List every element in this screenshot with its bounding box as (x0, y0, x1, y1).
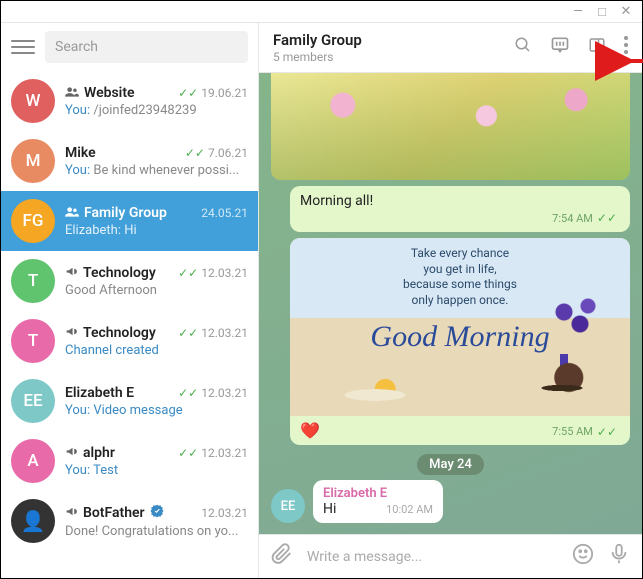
sidebar: Search W Website ✓✓19.06.21 You: /joinfed23… (1, 23, 259, 578)
chat-avatar: W (11, 79, 55, 123)
chat-avatar: EE (11, 379, 55, 423)
chat-item[interactable]: EE Elizabeth E ✓✓12.03.21 You: Video messag… (1, 371, 258, 431)
chat-item[interactable]: Aalphr ✓✓12.03.21 You: Test (1, 431, 258, 491)
channel-icon (65, 505, 78, 521)
channel-icon (65, 265, 78, 281)
message-time: 7:54 AM (552, 212, 593, 225)
message-text: Morning all! (300, 193, 620, 209)
read-ticks-icon: ✓✓ (597, 211, 617, 225)
message-time: 7:55 AM (552, 425, 593, 438)
chat-name: Mike (65, 145, 96, 161)
annotation-arrow (619, 51, 643, 75)
chat-preview: You: Be kind whenever possi... (65, 163, 248, 178)
chat-item[interactable]: FG Family Group 24.05.21 Elizabeth: Hi (1, 191, 258, 251)
message-area: Morning all! 7:54 AM ✓✓ Take every chance… (259, 73, 642, 534)
chat-name: Website (65, 85, 135, 101)
window-maximize[interactable]: □ (590, 4, 614, 20)
chat-item[interactable]: T Technology ✓✓12.03.21 Good Afternoon (1, 251, 258, 311)
chat-avatar: FG (11, 199, 55, 243)
out-message[interactable]: Morning all! 7:54 AM ✓✓ (290, 186, 630, 232)
read-ticks-icon: ✓✓ (178, 326, 198, 340)
chat-item[interactable]: BotFather 12.03.21 Done! Congratulations o… (1, 491, 258, 551)
chat-preview: Elizabeth: Hi (65, 223, 248, 238)
chat-item[interactable]: T Technology ✓✓12.03.21 Channel created (1, 311, 258, 371)
read-ticks-icon: ✓✓ (178, 446, 198, 460)
chat-date: ✓✓12.03.21 (178, 266, 248, 280)
chat-date: 12.03.21 (201, 506, 248, 520)
verified-icon (150, 504, 164, 522)
group-icon (65, 206, 79, 220)
search-icon[interactable] (514, 36, 532, 59)
window-close[interactable]: ✕ (614, 4, 638, 19)
chat-date: ✓✓12.03.21 (178, 446, 248, 460)
chat-preview: You: Test (65, 463, 248, 478)
chat-date: 24.05.21 (201, 206, 248, 220)
chat-name: Family Group (65, 205, 167, 221)
date-separator: May 24 (271, 453, 630, 472)
in-message[interactable]: EE Elizabeth E Hi 10:02 AM (271, 480, 630, 523)
sidepanel-icon[interactable] (588, 36, 606, 59)
chat-panel: Family Group 5 members (259, 23, 642, 578)
comments-icon[interactable] (550, 35, 570, 60)
chat-title[interactable]: Family Group (273, 31, 502, 49)
sender-name[interactable]: Elizabeth E (323, 486, 433, 501)
chat-avatar: T (11, 319, 55, 363)
chat-date: ✓✓7.06.21 (185, 146, 248, 160)
mic-icon[interactable] (608, 543, 630, 570)
chat-name: Elizabeth E (65, 385, 134, 401)
image-message[interactable] (271, 73, 630, 180)
read-ticks-icon: ✓✓ (597, 425, 617, 439)
window-minimize[interactable]: — (566, 4, 590, 19)
read-ticks-icon: ✓✓ (178, 386, 198, 400)
chat-avatar: A (11, 439, 55, 483)
chat-preview: You: /joinfed23948239 (65, 103, 248, 118)
image-caption-line: Take every chance (302, 246, 618, 262)
chat-subtitle: 5 members (273, 50, 502, 64)
chat-preview: Good Afternoon (65, 283, 248, 298)
chat-name: Technology (65, 265, 156, 281)
channel-icon (65, 445, 78, 461)
chat-avatar (11, 499, 55, 543)
chat-preview: Done! Congratulations on yo... (65, 524, 248, 539)
chat-item[interactable]: M Mike ✓✓7.06.21 You: Be kind whenever poss… (1, 131, 258, 191)
search-input[interactable]: Search (45, 31, 248, 63)
heart-reaction-icon[interactable]: ❤️ (300, 421, 320, 440)
message-input[interactable] (307, 549, 558, 565)
channel-icon (65, 325, 78, 341)
chat-date: ✓✓12.03.21 (178, 326, 248, 340)
chat-avatar: M (11, 139, 55, 183)
chat-name: alphr (65, 445, 115, 461)
chat-date: ✓✓12.03.21 (178, 386, 248, 400)
menu-icon[interactable] (11, 35, 35, 59)
chat-header: Family Group 5 members (259, 23, 642, 73)
chat-date: ✓✓19.06.21 (178, 86, 248, 100)
chat-list: W Website ✓✓19.06.21 You: /joinfed23948239 M… (1, 71, 258, 578)
chat-name: Technology (65, 325, 156, 341)
chat-avatar: T (11, 259, 55, 303)
image-message-card[interactable]: Take every chance you get in life, becau… (290, 238, 630, 445)
read-ticks-icon: ✓✓ (185, 146, 205, 160)
chat-preview: Channel created (65, 343, 248, 358)
image-caption-line: you get in life, (302, 262, 618, 278)
chat-preview: You: Video message (65, 403, 248, 418)
emoji-icon[interactable] (572, 543, 594, 570)
read-ticks-icon: ✓✓ (178, 86, 198, 100)
message-composer (259, 534, 642, 578)
attach-icon[interactable] (271, 543, 293, 570)
message-time: 10:02 AM (386, 503, 433, 516)
read-ticks-icon: ✓✓ (178, 266, 198, 280)
window-titlebar: — □ ✕ (1, 1, 642, 23)
message-text: Hi (323, 501, 336, 517)
chat-item[interactable]: W Website ✓✓19.06.21 You: /joinfed23948239 (1, 71, 258, 131)
chat-name: BotFather (65, 504, 164, 522)
sender-avatar[interactable]: EE (271, 489, 305, 523)
group-icon (65, 86, 79, 100)
